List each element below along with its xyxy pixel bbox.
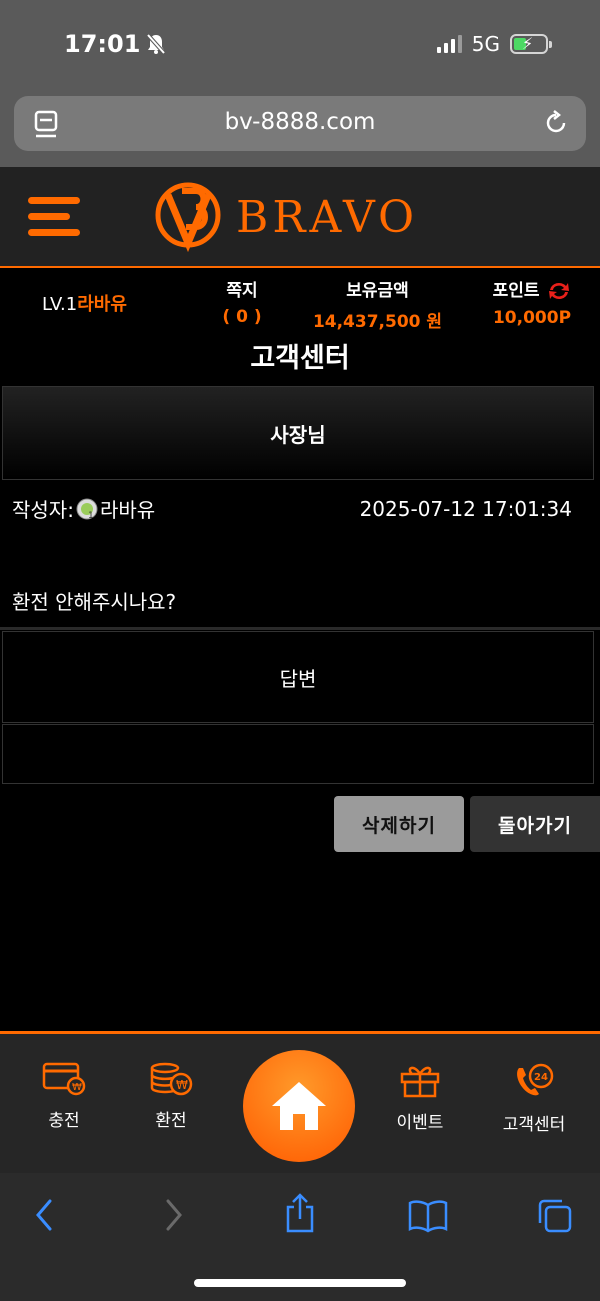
points-label-row: 포인트 [482,276,582,302]
site-header: BRAVO [0,167,600,268]
page-title: 고객센터 [250,343,350,374]
points-label: 포인트 [492,281,540,301]
svg-text:24: 24 [534,1072,548,1083]
nav-event[interactable]: 이벤트 [370,1062,470,1133]
svg-text:₩: ₩ [72,1082,82,1093]
status-bar: 17:01 5G ⚡ [0,0,600,90]
user-nickname: 라바유 [77,294,127,315]
balance-info: 보유금액 14,437,500 원 [310,276,445,332]
author-name: 라바유 [99,498,156,522]
answer-header: 답변 [2,631,594,723]
nav-support[interactable]: 24 고객센터 [484,1062,584,1135]
post-subject: 사장님 [2,386,594,480]
svg-text:1: 1 [88,511,94,520]
post-author: 작성자: 1 라바유 [12,494,155,523]
gift-icon [400,1066,440,1098]
back-button[interactable]: 돌아가기 [470,796,600,852]
nav-exchange[interactable]: ₩ 환전 [121,1062,221,1131]
card-deposit-icon: ₩ [42,1062,86,1096]
points-value: 10,000P [492,308,572,328]
site-logo[interactable]: BRAVO [150,177,450,257]
share-icon[interactable] [284,1193,316,1235]
divider [0,627,600,630]
signal-icon [436,35,462,53]
bottom-nav: ₩ 충전 ₩ 환전 이벤트 24 고객센터 [0,1031,600,1173]
messages-label: 쪽지 [226,281,258,301]
messages-count: ( 0 ) [222,307,262,327]
points-info: 포인트 10,000P [482,276,582,328]
status-time: 17:01 [64,30,166,58]
url-text[interactable]: bv-8888.com [14,109,586,135]
user-info-bar: LV.1라바유 쪽지 ( 0 ) 보유금액 14,437,500 원 포인트 1… [0,270,600,332]
tabs-icon[interactable] [536,1197,574,1235]
post-datetime: 2025-07-12 17:01:34 [359,496,572,521]
status-indicators: 5G ⚡ [436,32,552,56]
nav-charge-label: 충전 [48,1111,80,1131]
user-level: LV.1라바유 [42,290,127,316]
support-24-icon: 24 [517,1063,554,1096]
home-button[interactable] [243,1050,355,1162]
nav-support-label: 고객센터 [502,1115,566,1135]
home-icon [272,1082,326,1130]
bell-muted-icon [146,33,166,55]
nav-exchange-label: 환전 [155,1111,187,1131]
level-text: LV.1 [42,294,78,315]
messages-info[interactable]: 쪽지 ( 0 ) [212,276,272,327]
level-badge-icon: 1 [76,498,98,520]
back-icon[interactable] [30,1195,58,1235]
nav-charge[interactable]: ₩ 충전 [14,1062,114,1131]
forward-icon[interactable] [160,1195,188,1235]
nav-event-label: 이벤트 [396,1113,444,1133]
bravo-logo-icon [155,182,221,253]
logo-text: BRAVO [236,191,419,243]
home-indicator [194,1279,406,1287]
answer-content [2,724,594,784]
browser-address-area: bv-8888.com [0,90,600,167]
post-content: 환전 안해주시나요? [12,590,177,614]
address-bar[interactable]: bv-8888.com [14,96,586,151]
coins-icon: ₩ [150,1062,193,1096]
bookmarks-icon[interactable] [408,1199,448,1233]
browser-toolbar [0,1173,600,1301]
points-convert-icon[interactable] [547,280,571,302]
menu-icon[interactable] [28,197,80,237]
svg-text:₩: ₩ [176,1078,188,1092]
post-meta: 작성자: 1 라바유 2025-07-12 17:01:34 [12,494,572,523]
network-type: 5G [471,32,500,56]
delete-button[interactable]: 삭제하기 [334,796,464,852]
time-text: 17:01 [64,30,141,58]
balance-value: 14,437,500 원 [312,312,443,332]
reload-icon[interactable] [542,109,570,137]
balance-label: 보유금액 [346,281,409,301]
author-label: 작성자: [12,498,74,522]
battery-icon: ⚡ [510,34,552,54]
